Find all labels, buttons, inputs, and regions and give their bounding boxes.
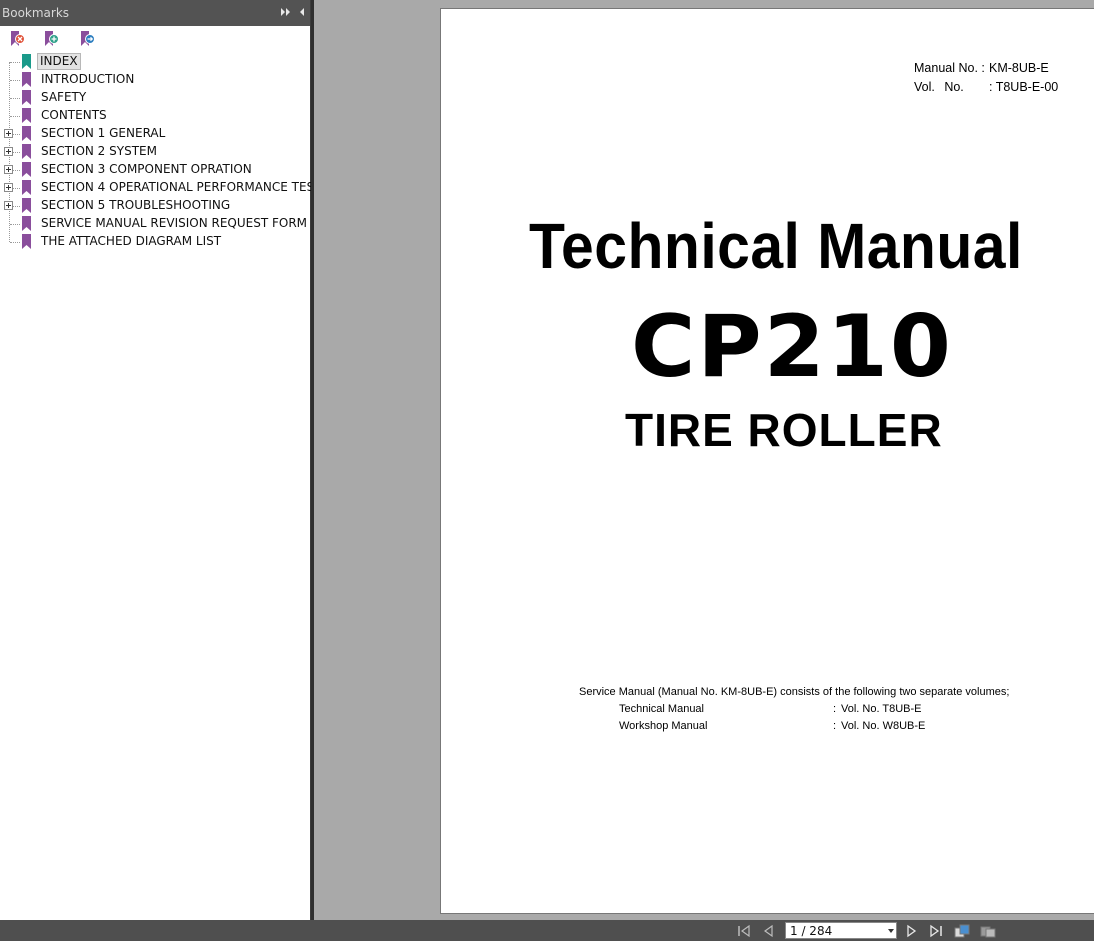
last-page-icon[interactable] bbox=[928, 924, 944, 938]
collapse-panel-icon[interactable] bbox=[297, 5, 307, 19]
delete-bookmark-icon[interactable] bbox=[8, 30, 26, 48]
goto-bookmark-icon[interactable] bbox=[78, 30, 96, 48]
bookmark-item-safety[interactable]: SAFETY bbox=[0, 89, 310, 107]
bookmark-label: SECTION 5 TROUBLESHOOTING bbox=[41, 198, 231, 212]
expand-node-icon[interactable] bbox=[4, 129, 13, 138]
page-indicator: 1 / 284 bbox=[790, 924, 833, 938]
bookmark-label: SECTION 4 OPERATIONAL PERFORMANCE TEST bbox=[41, 180, 322, 194]
bookmark-item-introduction[interactable]: INTRODUCTION bbox=[0, 71, 310, 89]
bookmarks-panel: Bookmarks INDEX INTRODUCTION SAFETY CONT… bbox=[0, 0, 322, 920]
new-bookmark-icon[interactable] bbox=[42, 30, 60, 48]
first-page-icon[interactable] bbox=[736, 924, 752, 938]
document-title: Technical Manual bbox=[529, 210, 1023, 282]
bookmark-icon bbox=[22, 198, 31, 213]
vol-no-value: : T8UB-E-00 bbox=[989, 80, 1059, 94]
bookmark-label: THE ATTACHED DIAGRAM LIST bbox=[41, 234, 222, 248]
expand-node-icon[interactable] bbox=[4, 165, 13, 174]
bookmarks-panel-header: Bookmarks bbox=[0, 0, 310, 26]
bookmark-icon bbox=[22, 54, 31, 69]
bookmark-item-section-4[interactable]: SECTION 4 OPERATIONAL PERFORMANCE TEST bbox=[0, 179, 322, 197]
bookmark-label: INDEX bbox=[37, 53, 81, 70]
bookmark-label: SECTION 3 COMPONENT OPRATION bbox=[41, 162, 252, 176]
bookmark-icon bbox=[22, 126, 31, 141]
bookmark-item-section-2[interactable]: SECTION 2 SYSTEM bbox=[0, 143, 310, 161]
manual-no-value: KM-8UB-E bbox=[989, 61, 1049, 75]
volume-name: Technical Manual bbox=[619, 703, 704, 715]
document-viewer[interactable]: Manual No. : KM-8UB-E Vol. No. : T8UB-E-… bbox=[314, 0, 1094, 920]
bookmark-label: SECTION 2 SYSTEM bbox=[41, 144, 157, 158]
bookmark-label: INTRODUCTION bbox=[41, 72, 135, 86]
bookmark-label: SAFETY bbox=[41, 90, 87, 104]
manual-no-label: Manual No. : bbox=[914, 61, 985, 75]
volumes-note: Service Manual (Manual No. KM-8UB-E) con… bbox=[579, 686, 1010, 698]
next-page-icon[interactable] bbox=[903, 924, 919, 938]
bookmark-label: SERVICE MANUAL REVISION REQUEST FORM bbox=[41, 216, 308, 230]
expand-node-icon[interactable] bbox=[4, 147, 13, 156]
bookmark-label: SECTION 1 GENERAL bbox=[41, 126, 166, 140]
bookmark-item-contents[interactable]: CONTENTS bbox=[0, 107, 310, 125]
expand-all-icon[interactable] bbox=[280, 5, 292, 19]
volume-number: Vol. No. T8UB-E bbox=[841, 703, 922, 715]
bookmark-icon bbox=[22, 162, 31, 177]
bookmark-icon bbox=[22, 234, 31, 249]
bookmark-item-diagram-list[interactable]: THE ATTACHED DIAGRAM LIST bbox=[0, 233, 310, 251]
document-page: Manual No. : KM-8UB-E Vol. No. : T8UB-E-… bbox=[440, 8, 1094, 914]
bookmark-item-section-5[interactable]: SECTION 5 TROUBLESHOOTING bbox=[0, 197, 310, 215]
bookmark-icon bbox=[22, 216, 31, 231]
status-bar: 1 / 284 bbox=[0, 920, 1094, 941]
page-number-field[interactable]: 1 / 284 bbox=[785, 922, 897, 939]
model-name: CP210 bbox=[631, 297, 953, 397]
chevron-down-icon[interactable] bbox=[888, 929, 894, 933]
volume-separator: : bbox=[833, 720, 837, 732]
bookmarks-toolbar bbox=[0, 26, 310, 52]
bookmark-icon bbox=[22, 90, 31, 105]
previous-page-icon[interactable] bbox=[761, 924, 777, 938]
continuous-view-icon[interactable] bbox=[980, 924, 996, 938]
bookmark-item-section-3[interactable]: SECTION 3 COMPONENT OPRATION bbox=[0, 161, 310, 179]
bookmark-label: CONTENTS bbox=[41, 108, 107, 122]
bookmark-item-revision-form[interactable]: SERVICE MANUAL REVISION REQUEST FORM bbox=[0, 215, 310, 233]
bookmark-item-index[interactable]: INDEX bbox=[0, 53, 310, 71]
bookmark-item-section-1[interactable]: SECTION 1 GENERAL bbox=[0, 125, 310, 143]
bookmark-icon bbox=[22, 144, 31, 159]
document-subtitle: TIRE ROLLER bbox=[625, 404, 943, 456]
vol-no-label: Vol. No. bbox=[914, 80, 964, 94]
bookmarks-panel-title: Bookmarks bbox=[2, 6, 70, 20]
expand-node-icon[interactable] bbox=[4, 183, 13, 192]
bookmark-icon bbox=[22, 108, 31, 123]
two-page-view-icon[interactable] bbox=[954, 924, 970, 938]
volume-name: Workshop Manual bbox=[619, 720, 708, 732]
bookmark-icon bbox=[22, 72, 31, 87]
volume-number: Vol. No. W8UB-E bbox=[841, 720, 926, 732]
volume-separator: : bbox=[833, 703, 837, 715]
bookmark-icon bbox=[22, 180, 31, 195]
expand-node-icon[interactable] bbox=[4, 201, 13, 210]
